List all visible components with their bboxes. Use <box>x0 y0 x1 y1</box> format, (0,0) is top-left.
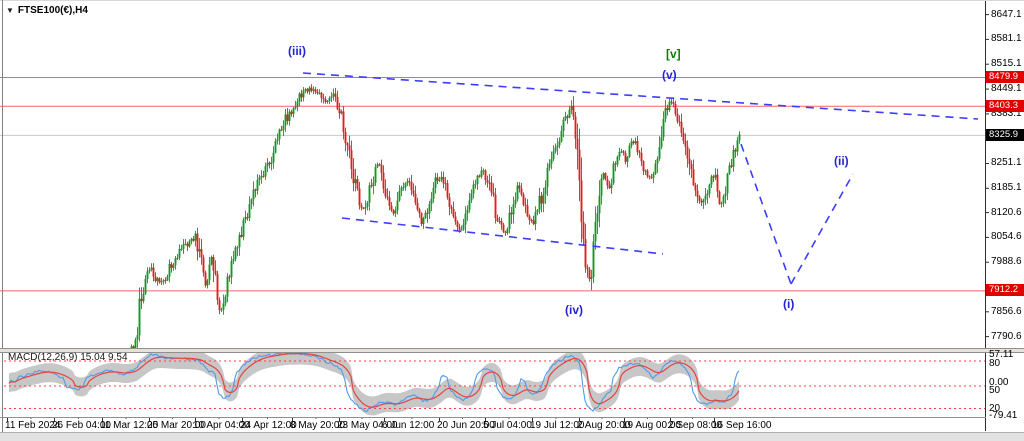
wave-label-iv[interactable]: (iv) <box>565 303 583 317</box>
price-axis-label: 8054.6 <box>991 231 1022 242</box>
indicator-axis-label: 50 <box>989 385 1000 396</box>
price-axis-label: 7988.6 <box>991 256 1022 267</box>
trendline[interactable] <box>303 73 978 119</box>
price-axis-label: 8449.1 <box>991 83 1022 94</box>
wave-label-v[interactable]: (v) <box>662 68 677 82</box>
price-level-badge: 8479.9 <box>986 71 1024 83</box>
indicator-axis-label: -79.41 <box>989 410 1017 421</box>
wave-label-iii[interactable]: (iii) <box>288 44 306 58</box>
dropdown-arrow-icon[interactable]: ▼ <box>6 6 14 15</box>
pane-separator[interactable] <box>0 348 1024 353</box>
current-price-badge: 8325.9 <box>986 129 1024 141</box>
chart-canvas[interactable] <box>0 0 1024 441</box>
trendline[interactable] <box>791 174 853 284</box>
symbol-label-text: FTSE100(€),H4 <box>18 5 88 16</box>
symbol-period-label: ▼ FTSE100(€),H4 <box>6 5 88 16</box>
indicator-axis-label: 80 <box>989 358 1000 369</box>
mt4-chart-window: ▼FTSE100(€),H4 MACD(12,26,9) 15.04 9.54 … <box>0 0 1024 441</box>
time-axis-label: 5 Jul 04:00 <box>483 420 532 431</box>
price-level-badge: 8403.3 <box>986 100 1024 112</box>
price-axis-label: 8120.6 <box>991 207 1022 218</box>
trendline[interactable] <box>342 218 663 254</box>
price-axis-label: 8581.1 <box>991 33 1022 44</box>
time-axis-label: 16 Sep 16:00 <box>712 420 772 431</box>
window-top-border <box>0 0 1024 1</box>
window-bottom-strip <box>0 432 1024 441</box>
time-axis-label: 24 Apr 12:00 <box>240 420 297 431</box>
wave-label-v-bracket[interactable]: [v] <box>666 47 681 61</box>
price-axis-label: 8185.1 <box>991 182 1022 193</box>
macd-group <box>4 353 985 416</box>
time-axis-label: 6 Jun 12:00 <box>382 420 434 431</box>
price-axis-label: 8647.1 <box>991 9 1022 20</box>
price-axis-label: 7856.6 <box>991 306 1022 317</box>
window-left-border <box>2 0 3 432</box>
price-axis-label: 8251.1 <box>991 157 1022 168</box>
price-axis-label: 8515.1 <box>991 58 1022 69</box>
trendline[interactable] <box>741 144 791 284</box>
indicator-pane-bottom-border <box>0 417 986 418</box>
price-level-badge: 7912.2 <box>986 284 1024 296</box>
wave-label-i[interactable]: (i) <box>783 297 794 311</box>
indicator-label: MACD(12,26,9) 15.04 9.54 <box>8 352 128 363</box>
price-axis-label: 7790.6 <box>991 331 1022 342</box>
wave-label-ii[interactable]: (ii) <box>834 154 849 168</box>
